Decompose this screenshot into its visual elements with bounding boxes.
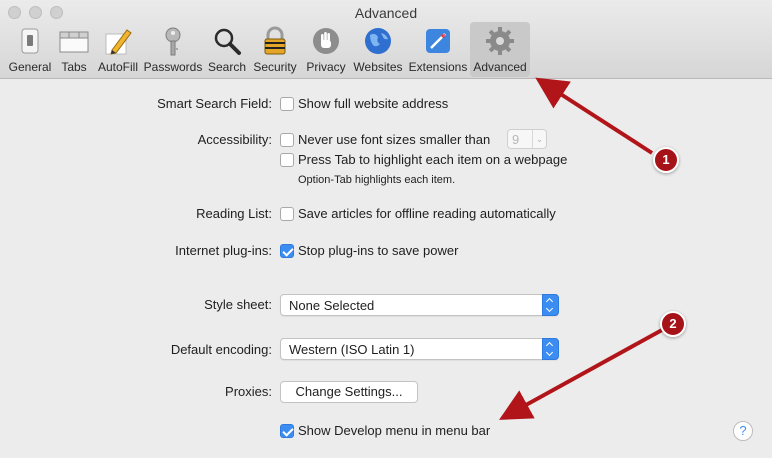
tab-advanced[interactable]: Advanced (470, 22, 530, 77)
font-size-option-label: Never use font sizes smaller than (298, 132, 491, 147)
tab-autofill[interactable]: AutoFill (94, 22, 142, 77)
tab-highlight-note: Option-Tab highlights each item. (298, 174, 456, 186)
tab-websites[interactable]: Websites (351, 22, 405, 77)
font-size-value: 9 (512, 132, 520, 147)
updown-chevron-icon (542, 294, 559, 316)
stylesheet-label: Style sheet: (204, 297, 272, 312)
accessibility-label: Accessibility: (197, 132, 272, 147)
smart-search-label: Smart Search Field: (157, 96, 272, 111)
encoding-popup[interactable]: Western (ISO Latin 1) (280, 338, 559, 360)
updown-chevron-icon (542, 338, 559, 360)
tab-tabs[interactable]: Tabs (55, 22, 93, 77)
reading-list-checkbox[interactable] (280, 207, 294, 221)
tab-tabs-label: Tabs (61, 60, 87, 74)
tab-passwords[interactable]: Passwords (143, 22, 203, 77)
smart-search-option-label: Show full website address (298, 96, 449, 111)
stylesheet-popup[interactable]: None Selected (280, 294, 559, 316)
reading-list-option-label: Save articles for offline reading automa… (298, 206, 556, 221)
tab-highlight-checkbox[interactable] (280, 153, 294, 167)
smart-search-checkbox[interactable] (280, 97, 294, 111)
tab-extensions[interactable]: Extensions (407, 22, 469, 77)
chevron-down-icon: ⌄ (532, 130, 546, 148)
tab-extensions-label: Extensions (408, 60, 468, 74)
develop-menu-option-label: Show Develop menu in menu bar (298, 423, 491, 438)
tab-passwords-label: Passwords (143, 60, 203, 74)
tab-search-label: Search (207, 60, 247, 74)
tab-autofill-label: AutoFill (97, 60, 138, 74)
annotation-badge-1: 1 (653, 147, 679, 173)
globe-icon (365, 28, 391, 54)
pencil-icon (105, 29, 132, 55)
plugins-label: Internet plug-ins: (175, 243, 272, 258)
tab-general[interactable]: General (5, 22, 55, 77)
padlock-icon (264, 26, 286, 55)
tabs-icon (59, 31, 89, 53)
gear-icon (486, 27, 514, 55)
puzzle-icon (426, 29, 450, 53)
tab-highlight-option-label: Press Tab to highlight each item on a we… (298, 152, 568, 167)
develop-menu-checkbox[interactable] (280, 424, 294, 438)
font-size-checkbox[interactable] (280, 133, 294, 147)
tab-general-label: General (8, 60, 52, 74)
tab-security[interactable]: Security (251, 22, 299, 77)
tab-websites-label: Websites (353, 60, 403, 74)
help-button[interactable]: ? (733, 421, 753, 441)
reading-list-label: Reading List: (196, 206, 272, 221)
switch-icon (21, 28, 39, 54)
tab-privacy[interactable]: Privacy (302, 22, 350, 77)
magnifier-icon (214, 28, 241, 55)
change-settings-button[interactable]: Change Settings... (280, 381, 418, 403)
plugins-checkbox[interactable] (280, 244, 294, 258)
title-bar: Advanced General Tabs AutoFill Passwords… (0, 0, 772, 79)
encoding-label: Default encoding: (170, 342, 272, 357)
stylesheet-value: None Selected (289, 298, 375, 313)
hand-icon (313, 28, 339, 54)
key-icon (165, 27, 181, 56)
proxies-label: Proxies: (225, 384, 272, 399)
preferences-window: Advanced General Tabs AutoFill Passwords… (0, 0, 772, 458)
window-title: Advanced (354, 5, 418, 21)
plugins-option-label: Stop plug-ins to save power (298, 243, 459, 258)
tab-security-label: Security (253, 60, 297, 74)
annotation-badge-2: 2 (660, 311, 686, 337)
font-size-select[interactable]: 9 ⌄ (507, 129, 547, 149)
annotation-arrow-1 (535, 77, 654, 155)
encoding-value: Western (ISO Latin 1) (289, 342, 415, 357)
tab-privacy-label: Privacy (306, 60, 346, 74)
tab-search[interactable]: Search (204, 22, 250, 77)
tab-advanced-label: Advanced (473, 60, 527, 74)
